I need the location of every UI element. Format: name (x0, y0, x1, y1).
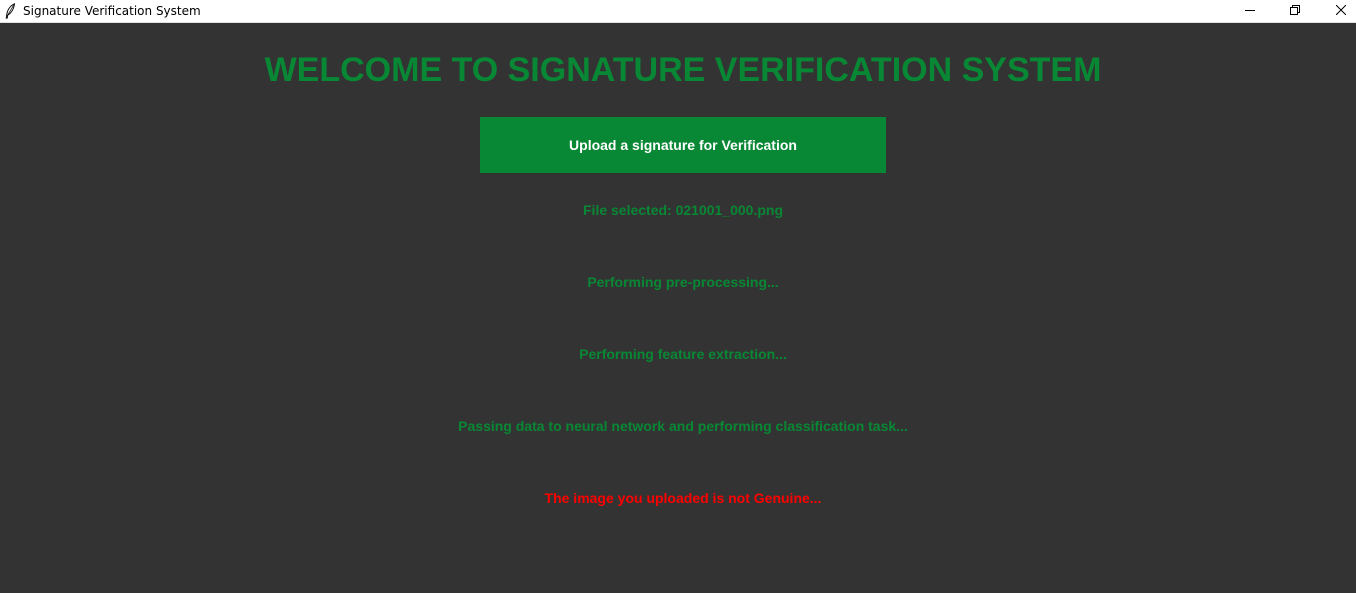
minimize-icon (1245, 2, 1255, 20)
app-window: Signature Verification System WELCOME TO… (0, 0, 1356, 593)
upload-signature-button[interactable]: Upload a signature for Verification (480, 117, 886, 173)
status-classification: Passing data to neural network and perfo… (458, 418, 908, 434)
title-bar[interactable]: Signature Verification System (0, 0, 1356, 23)
feather-icon (4, 3, 16, 19)
restore-button[interactable] (1272, 0, 1318, 22)
close-icon (1335, 2, 1347, 20)
status-preprocessing: Performing pre-processing... (587, 274, 779, 290)
close-button[interactable] (1318, 0, 1356, 22)
status-feature-extraction: Performing feature extraction... (579, 346, 787, 362)
status-file-selected: File selected: 021001_000.png (583, 202, 783, 218)
page-title: WELCOME TO SIGNATURE VERIFICATION SYSTEM (264, 51, 1102, 89)
window-title: Signature Verification System (23, 4, 201, 18)
restore-icon (1290, 2, 1300, 20)
verification-result: The image you uploaded is not Genuine... (544, 490, 822, 506)
minimize-button[interactable] (1227, 0, 1273, 22)
